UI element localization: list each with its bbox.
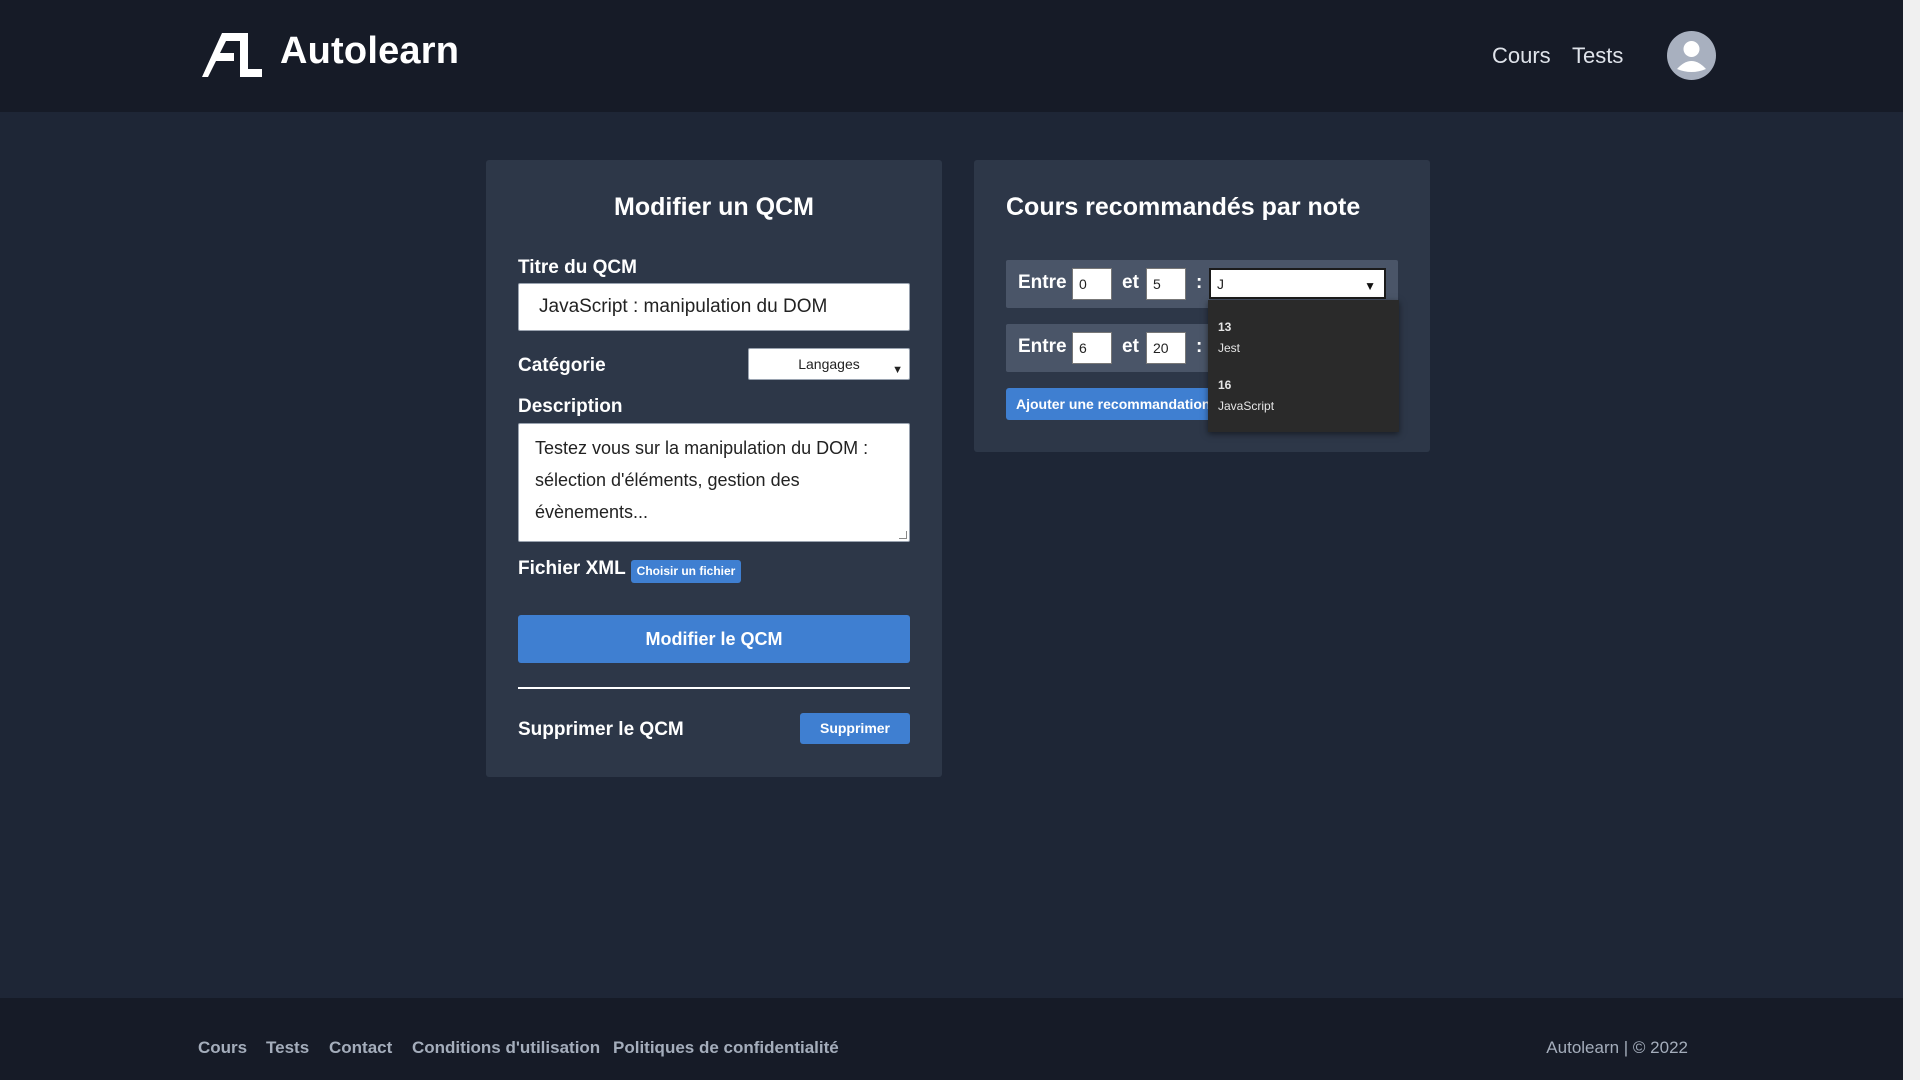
user-avatar[interactable] xyxy=(1667,31,1716,80)
resize-grip-icon[interactable] xyxy=(899,531,907,539)
category-label: Catégorie xyxy=(518,355,606,376)
max-score-input[interactable]: 20 xyxy=(1146,332,1186,364)
course-dropdown: 13 Jest 16 JavaScript xyxy=(1208,300,1399,432)
course-combobox-value: J xyxy=(1217,276,1224,292)
et-label: et xyxy=(1122,336,1139,357)
qcm-title-input[interactable]: JavaScript : manipulation du DOM xyxy=(518,283,910,331)
nav-cours[interactable]: Cours xyxy=(1492,43,1551,69)
colon-label: : xyxy=(1196,336,1203,357)
edit-qcm-card: Modifier un QCM Titre du QCM JavaScript … xyxy=(486,160,942,777)
et-label: et xyxy=(1122,272,1139,293)
min-score-input[interactable]: 6 xyxy=(1072,332,1112,364)
delete-qcm-label: Supprimer le QCM xyxy=(518,719,684,740)
footer-link-conditions[interactable]: Conditions d'utilisation xyxy=(412,1038,600,1058)
xml-file-label: Fichier XML xyxy=(518,558,626,579)
min-score-input[interactable]: 0 xyxy=(1072,268,1112,300)
entre-label: Entre xyxy=(1018,336,1067,357)
description-text: Testez vous sur la manipulation du DOM :… xyxy=(535,438,869,522)
dropdown-option-value: 16 xyxy=(1218,378,1232,392)
category-select[interactable]: Langages ▼ xyxy=(748,348,910,380)
brand-name[interactable]: Autolearn xyxy=(280,30,459,73)
add-recommendation-button[interactable]: Ajouter une recommandation xyxy=(1006,388,1211,420)
dropdown-option-label: Jest xyxy=(1218,341,1241,355)
footer-link-cours[interactable]: Cours xyxy=(198,1038,247,1058)
choose-file-button[interactable]: Choisir un fichier xyxy=(631,560,741,583)
nav-tests[interactable]: Tests xyxy=(1572,43,1623,69)
dropdown-option-value: 13 xyxy=(1218,320,1232,334)
chevron-down-icon: ▼ xyxy=(892,364,903,376)
edit-qcm-title: Modifier un QCM xyxy=(614,193,814,221)
entre-label: Entre xyxy=(1018,272,1067,293)
recommendations-title: Cours recommandés par note xyxy=(1006,193,1361,221)
copyright-text: Autolearn | © 2022 xyxy=(1546,1038,1688,1057)
footer-link-contact[interactable]: Contact xyxy=(329,1038,392,1058)
footer-link-privacy[interactable]: Politiques de confidentialité xyxy=(613,1038,839,1058)
page-scrollbar[interactable] xyxy=(1903,0,1920,1080)
course-combobox[interactable]: J ▼ xyxy=(1209,268,1386,299)
user-icon xyxy=(1677,41,1706,72)
max-score-input[interactable]: 5 xyxy=(1146,268,1186,300)
modify-qcm-button[interactable]: Modifier le QCM xyxy=(518,615,910,663)
dropdown-option-label: JavaScript xyxy=(1218,399,1275,413)
header: Autolearn Cours Tests xyxy=(0,0,1903,112)
caret-down-icon[interactable]: ▼ xyxy=(1364,279,1376,293)
dropdown-option[interactable]: 13 Jest xyxy=(1218,320,1240,355)
qcm-title-label: Titre du QCM xyxy=(518,257,637,278)
dropdown-option[interactable]: 16 JavaScript xyxy=(1218,378,1274,413)
description-textarea[interactable]: Testez vous sur la manipulation du DOM :… xyxy=(518,423,910,542)
footer: Cours Tests Contact Conditions d'utilisa… xyxy=(0,998,1903,1080)
footer-link-tests[interactable]: Tests xyxy=(266,1038,309,1058)
autolearn-logo-icon[interactable] xyxy=(200,31,264,79)
description-label: Description xyxy=(518,396,623,417)
divider xyxy=(518,687,910,689)
colon-label: : xyxy=(1196,272,1203,293)
category-select-value: Langages xyxy=(798,356,860,372)
delete-button[interactable]: Supprimer xyxy=(800,713,910,744)
